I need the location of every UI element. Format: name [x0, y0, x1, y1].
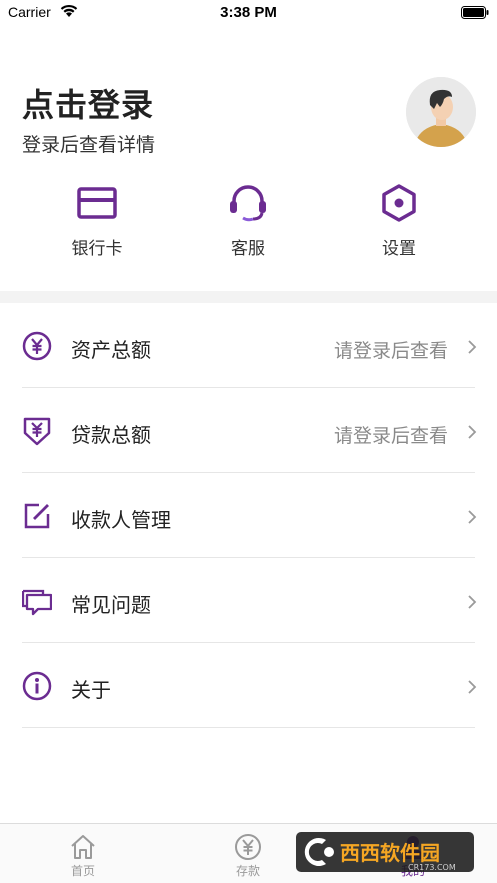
- section-divider: [0, 291, 497, 303]
- hexagon-settings-icon: [382, 184, 416, 222]
- yen-shield-icon: [23, 417, 51, 446]
- chevron-right-icon: [468, 680, 477, 694]
- chevron-right-icon: [468, 425, 477, 439]
- menu-item-total-assets[interactable]: 资产总额 请登录后查看: [0, 303, 497, 388]
- customer-service-label: 客服: [231, 239, 265, 259]
- chat-bubbles-icon: [22, 589, 52, 616]
- menu-item-value: 请登录后查看: [333, 425, 448, 447]
- menu-item-payee-management[interactable]: 收款人管理: [0, 473, 497, 558]
- menu-item-label: 收款人管理: [71, 508, 171, 532]
- divider: [22, 727, 475, 728]
- menu-item-label: 关于: [71, 678, 111, 702]
- login-title[interactable]: 点击登录: [22, 80, 154, 126]
- watermark-text: 西西软件园: [340, 841, 440, 865]
- info-circle-icon: [22, 671, 52, 701]
- battery-icon: [461, 6, 489, 19]
- status-bar: Carrier 3:38 PM: [0, 0, 497, 26]
- bank-card-button[interactable]: 银行卡: [47, 182, 147, 259]
- yen-circle-icon: [235, 834, 261, 860]
- chevron-right-icon: [468, 510, 477, 524]
- tab-label: 首页: [70, 864, 95, 878]
- menu-item-value: 请登录后查看: [333, 340, 448, 362]
- watermark-subtext: CR173.COM: [408, 863, 456, 872]
- bank-card-label: 银行卡: [71, 239, 123, 259]
- home-icon: [71, 835, 95, 859]
- menu-item-faq[interactable]: 常见问题: [0, 558, 497, 643]
- watermark-logo: 西西软件园 CR173.COM: [296, 832, 474, 872]
- menu-item-label: 资产总额: [71, 338, 151, 362]
- edit-square-icon: [24, 503, 50, 529]
- settings-button[interactable]: 设置: [349, 182, 449, 259]
- login-subtitle: 登录后查看详情: [22, 134, 156, 156]
- tab-home[interactable]: 首页: [23, 824, 143, 883]
- bank-card-icon: [77, 187, 117, 219]
- chevron-right-icon: [468, 595, 477, 609]
- menu-item-about[interactable]: 关于: [0, 643, 497, 728]
- clock: 3:38 PM: [220, 4, 277, 21]
- headset-icon: [230, 185, 266, 222]
- tab-deposit[interactable]: 存款: [188, 824, 308, 883]
- settings-label: 设置: [382, 239, 416, 259]
- customer-service-button[interactable]: 客服: [198, 182, 298, 259]
- menu-item-label: 常见问题: [71, 593, 151, 617]
- user-avatar-icon: [406, 77, 476, 147]
- menu-item-total-loans[interactable]: 贷款总额 请登录后查看: [0, 388, 497, 473]
- yen-circle-icon: [22, 331, 52, 361]
- tab-label: 存款: [235, 864, 260, 878]
- chevron-right-icon: [468, 340, 477, 354]
- avatar[interactable]: [406, 77, 476, 147]
- menu-item-label: 贷款总额: [71, 423, 151, 447]
